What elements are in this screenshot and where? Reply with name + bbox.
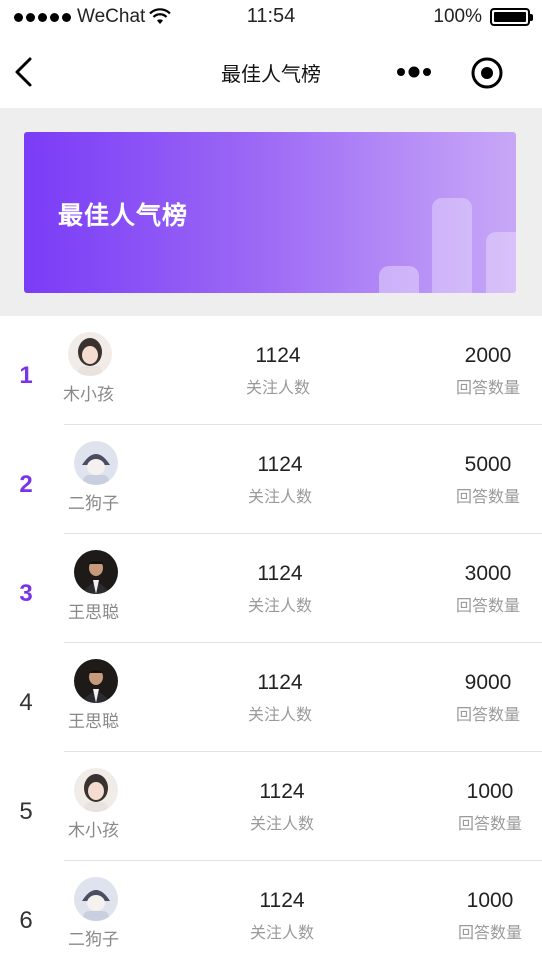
list-item[interactable]: 6 二狗子 1124 关注人数 1000 回答数量 (0, 861, 542, 966)
list-item[interactable]: 1 木小孩 1124 关注人数 2000 回答数量 (0, 316, 542, 425)
answers-stat: 2000 回答数量 (428, 344, 542, 398)
page-title: 最佳人气榜 (221, 62, 321, 86)
nav-bar: 最佳人气榜 (0, 36, 542, 108)
answers-count: 3000 (464, 562, 512, 585)
list-item[interactable]: 4 王思聪 1124 关注人数 9000 回答数量 (0, 643, 542, 752)
avatar[interactable] (74, 659, 118, 703)
user-name: 王思聪 (68, 603, 119, 623)
banner: 最佳人气榜 (24, 132, 516, 293)
user-name: 木小孩 (63, 385, 114, 405)
list-item[interactable]: 3 王思聪 1124 关注人数 3000 回答数量 (0, 534, 542, 643)
answers-count: 5000 (464, 453, 512, 476)
rank-number: 4 (19, 689, 33, 716)
list-item[interactable]: 5 木小孩 1124 关注人数 1000 回答数量 (0, 752, 542, 861)
rank-number: 5 (19, 798, 33, 825)
close-miniprogram-icon[interactable] (470, 56, 504, 90)
avatar[interactable] (74, 768, 118, 812)
followers-count: 1124 (257, 453, 303, 476)
answers-stat: 9000 回答数量 (428, 671, 542, 725)
followers-stat: 1124 关注人数 (222, 889, 342, 943)
answers-count: 9000 (464, 671, 512, 694)
list-item[interactable]: 2 二狗子 1124 关注人数 5000 回答数量 (0, 425, 542, 534)
user-name: 木小孩 (68, 821, 119, 841)
answers-label: 回答数量 (457, 923, 522, 942)
user-name: 王思聪 (68, 712, 119, 732)
answers-stat: 3000 回答数量 (428, 562, 542, 616)
followers-stat: 1124 关注人数 (220, 453, 340, 507)
battery-icon (490, 8, 533, 26)
rank-number: 1 (19, 362, 33, 389)
answers-label: 回答数量 (455, 596, 520, 615)
followers-stat: 1124 关注人数 (220, 671, 340, 725)
followers-label: 关注人数 (249, 814, 314, 833)
status-right: 100% (433, 6, 533, 28)
followers-count: 1124 (257, 671, 303, 694)
banner-section: 最佳人气榜 (0, 108, 542, 316)
followers-stat: 1124 关注人数 (218, 344, 338, 398)
answers-label: 回答数量 (455, 705, 520, 724)
followers-count: 1124 (259, 889, 305, 912)
battery-percent: 100% (433, 6, 482, 27)
avatar[interactable] (74, 550, 118, 594)
more-options-icon[interactable] (395, 64, 435, 80)
rank-number: 3 (19, 580, 33, 607)
followers-label: 关注人数 (245, 378, 310, 397)
followers-count: 1124 (257, 562, 303, 585)
avatar[interactable] (74, 877, 118, 921)
followers-label: 关注人数 (249, 923, 314, 942)
followers-stat: 1124 关注人数 (222, 780, 342, 834)
answers-stat: 1000 回答数量 (430, 889, 542, 943)
rank-number: 6 (19, 907, 33, 934)
user-name: 二狗子 (68, 494, 119, 514)
followers-count: 1124 (259, 780, 305, 803)
followers-label: 关注人数 (247, 705, 312, 724)
answers-count: 1000 (466, 889, 514, 912)
answers-count: 1000 (466, 780, 514, 803)
ranking-list: 1 木小孩 1124 关注人数 2000 回答数量 2 二狗子 1124 关注人… (0, 316, 542, 966)
banner-title: 最佳人气榜 (58, 201, 189, 230)
answers-label: 回答数量 (455, 378, 520, 397)
answers-stat: 5000 回答数量 (428, 453, 542, 507)
followers-label: 关注人数 (247, 596, 312, 615)
followers-count: 1124 (255, 344, 301, 367)
status-bar: WeChat 11:54 100% (0, 0, 542, 36)
avatar[interactable] (68, 332, 112, 376)
answers-label: 回答数量 (455, 487, 520, 506)
followers-stat: 1124 关注人数 (220, 562, 340, 616)
rank-number: 2 (19, 471, 33, 498)
user-name: 二狗子 (68, 930, 119, 950)
followers-label: 关注人数 (247, 487, 312, 506)
answers-stat: 1000 回答数量 (430, 780, 542, 834)
answers-label: 回答数量 (457, 814, 522, 833)
avatar[interactable] (74, 441, 118, 485)
answers-count: 2000 (464, 344, 512, 367)
battery-fill (494, 12, 526, 22)
